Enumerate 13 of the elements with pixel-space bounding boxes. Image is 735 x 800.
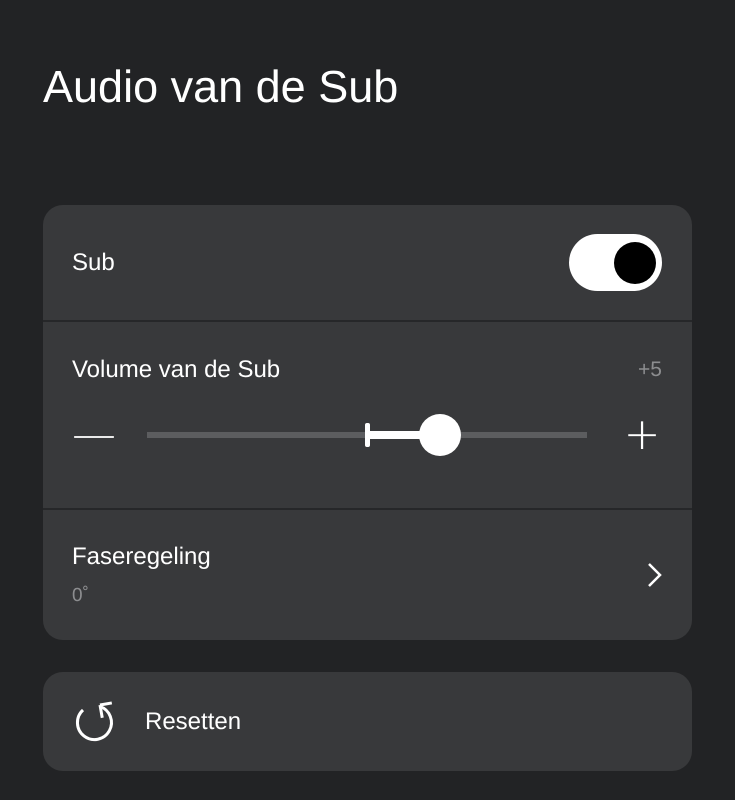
- reset-icon: [73, 700, 115, 742]
- increase-button[interactable]: +: [622, 415, 662, 455]
- page-title: Audio van de Sub: [43, 60, 400, 114]
- volume-reading: +5: [638, 358, 662, 382]
- setting-value: 0˚: [72, 585, 90, 607]
- setting-label: Sub: [72, 248, 115, 276]
- slider-thumb[interactable]: [418, 414, 461, 456]
- reset-button[interactable]: Resetten: [43, 672, 692, 771]
- decrease-button[interactable]: —: [72, 415, 112, 455]
- setting-label: Faseregeling: [72, 543, 211, 571]
- chevron-right-icon[interactable]: [646, 562, 662, 588]
- setting-label: Volume van de Sub: [72, 356, 280, 384]
- center-tick: [365, 423, 370, 447]
